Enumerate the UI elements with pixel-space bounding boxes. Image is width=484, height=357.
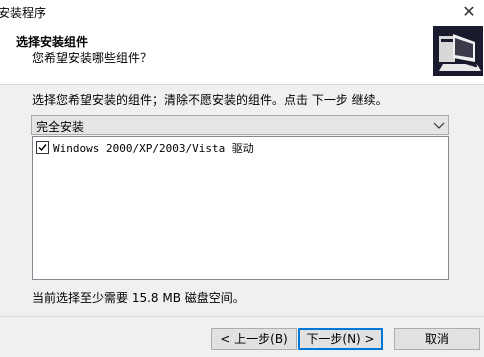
- space-required-text: 当前选择至少需要 15.8 MB 磁盘空间。: [32, 291, 245, 305]
- title-bar: 安装程序 ✕: [0, 0, 484, 24]
- cancel-button[interactable]: 取消: [394, 328, 480, 350]
- component-label: Windows 2000/XP/2003/Vista 驱动: [53, 142, 254, 155]
- components-list[interactable]: Windows 2000/XP/2003/Vista 驱动: [32, 136, 449, 280]
- installer-computer-icon: [433, 26, 483, 76]
- instruction-text: 选择您希望安装的组件；清除不愿安装的组件。点击 下一步 继续。: [32, 93, 388, 107]
- chevron-down-icon: [432, 117, 446, 133]
- component-checkbox[interactable]: [36, 141, 49, 154]
- wizard-header: 选择安装组件 您希望安装哪些组件？: [0, 24, 484, 85]
- page-subtitle: 您希望安装哪些组件？: [32, 51, 153, 65]
- close-icon: ✕: [462, 2, 476, 21]
- window-title: 安装程序: [0, 6, 47, 20]
- install-type-value: 完全安装: [36, 120, 85, 134]
- next-button[interactable]: 下一步(N) >: [298, 328, 383, 350]
- install-type-select[interactable]: 完全安装: [31, 115, 449, 135]
- page-title: 选择安装组件: [16, 35, 89, 49]
- close-button[interactable]: ✕: [454, 0, 484, 24]
- divider: [0, 316, 484, 317]
- back-button[interactable]: < 上一步(B): [211, 328, 297, 350]
